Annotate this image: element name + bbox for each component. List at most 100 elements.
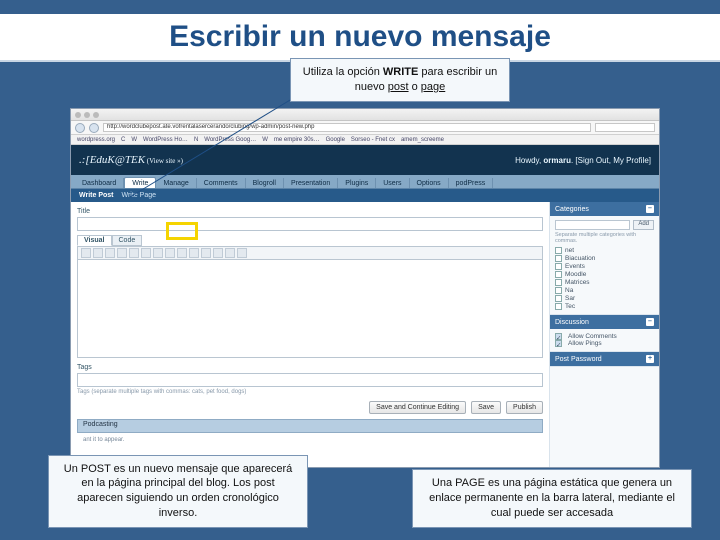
bookmark-item[interactable]: N [194,137,198,143]
toolbar-button[interactable] [237,248,247,258]
categories-head[interactable]: Categories – [550,202,659,216]
howdy-links[interactable]: . [Sign Out, My Profile] [571,156,651,165]
discussion-head[interactable]: Discussion – [550,315,659,329]
toolbar-button[interactable] [81,248,91,258]
collapse-icon[interactable]: – [646,205,654,213]
podcasting-panel[interactable]: Podcasting [77,419,543,433]
nav-manage[interactable]: Manage [156,178,196,188]
site-name: .:[EduK@TEK [79,154,145,166]
editor-tab-visual[interactable]: Visual [77,235,112,246]
post-password-head[interactable]: Post Password + [550,352,659,366]
bookmark-item[interactable]: W [131,137,137,143]
view-site-link[interactable]: (View site ») [145,157,183,165]
appear-hint: ant it to appear. [77,433,543,447]
title-input[interactable] [77,217,543,231]
tags-input[interactable] [77,373,543,387]
highlight-box [166,222,198,240]
bookmark-item[interactable]: Google [326,137,345,143]
editor-tab-code[interactable]: Code [112,235,143,246]
toolbar-button[interactable] [141,248,151,258]
category-item[interactable]: Moodle [555,271,654,278]
bookmark-item[interactable]: amem_screeme [401,137,444,143]
discussion-label: Allow Pings [568,340,602,347]
toolbar-button[interactable] [129,248,139,258]
save-continue-button[interactable]: Save and Continue Editing [369,401,466,414]
nav-presentation[interactable]: Presentation [284,178,338,188]
category-add-input[interactable] [555,220,630,230]
toolbar-button[interactable] [177,248,187,258]
editor-area: Title Visual Code [71,202,549,467]
nav-write[interactable]: Write [124,177,156,188]
toolbar-button[interactable] [165,248,175,258]
bookmark-item[interactable]: WordPress Goog… [204,137,256,143]
bookmark-item[interactable]: wordpress.org [77,137,115,143]
wp-header: .:[EduK@TEK (View site ») Howdy, ormaru.… [71,145,659,175]
category-item[interactable]: net [555,247,654,254]
callout-top: Utiliza la opción WRITE para escribir un… [290,58,510,102]
back-button[interactable] [75,123,85,133]
tags-help: Tags (separate multiple tags with commas… [77,389,543,395]
subnav-write-page[interactable]: Write Page [122,192,157,199]
nav-comments[interactable]: Comments [197,178,246,188]
categories-head-label: Categories [555,206,589,213]
nav-options[interactable]: Options [410,178,449,188]
nav-blogroll[interactable]: Blogroll [246,178,284,188]
category-add-button[interactable]: Add [633,220,654,230]
bookmark-item[interactable]: me empire 30s… [274,137,320,143]
category-label: Sar [565,295,575,302]
subnav-write-post[interactable]: Write Post [79,192,114,199]
site-title[interactable]: .:[EduK@TEK (View site ») [79,154,183,166]
save-button[interactable]: Save [471,401,501,414]
wp-sub-nav: Write Post Write Page [71,189,659,202]
forward-button[interactable] [89,123,99,133]
category-item[interactable]: Events [555,263,654,270]
discussion-label: Allow Comments [568,333,617,340]
slide-title: Escribir un nuevo mensaje [0,14,720,62]
discussion-item[interactable]: ✓Allow Pings [555,340,654,347]
category-label: Na [565,287,573,294]
category-label: Moodle [565,271,586,278]
toolbar-button[interactable] [117,248,127,258]
post-password-label: Post Password [555,356,602,363]
title-label: Title [77,208,543,215]
tags-label: Tags [77,364,543,371]
address-bar[interactable]: http://wordclubepost.ate.vofrentalaserce… [103,123,591,132]
category-item[interactable]: Na [555,287,654,294]
collapse-icon[interactable]: – [646,318,654,326]
toolbar-button[interactable] [201,248,211,258]
bookmark-item[interactable]: C [121,137,125,143]
window-dot [93,112,99,118]
category-item[interactable]: Biacuation [555,255,654,262]
category-label: net [565,247,574,254]
nav-users[interactable]: Users [376,178,409,188]
window-dot [84,112,90,118]
toolbar-button[interactable] [225,248,235,258]
category-item[interactable]: Matrices [555,279,654,286]
toolbar-button[interactable] [93,248,103,258]
bookmark-item[interactable]: Sorseo - Fnet cx [351,137,395,143]
toolbar-button[interactable] [153,248,163,258]
publish-button[interactable]: Publish [506,401,543,414]
toolbar-button[interactable] [213,248,223,258]
toolbar-button[interactable] [189,248,199,258]
toolbar-button[interactable] [105,248,115,258]
discussion-item[interactable]: ✓Allow Comments [555,333,654,340]
bookmark-item[interactable]: W [262,137,268,143]
nav-plugins[interactable]: Plugins [338,178,376,188]
callout-top-text: Utiliza la opción WRITE para escribir un… [303,66,497,93]
browser-window: http://wordclubepost.ate.vofrentalaserce… [70,108,660,468]
nav-podpress[interactable]: podPress [449,178,494,188]
browser-titlebar [71,109,659,121]
category-item[interactable]: Sar [555,295,654,302]
wp-main-nav: Dashboard Write Manage Comments Blogroll… [71,175,659,189]
search-box[interactable] [595,123,655,132]
bookmark-item[interactable]: WordPress Ho… [143,137,188,143]
expand-icon[interactable]: + [646,355,654,363]
howdy-user: ormaru [543,156,571,165]
category-item[interactable]: Tec [555,303,654,310]
discussion-head-label: Discussion [555,319,589,326]
editor-toolbar [77,246,543,260]
category-label: Biacuation [565,255,595,262]
nav-dashboard[interactable]: Dashboard [75,178,124,188]
editor-content[interactable] [77,260,543,358]
